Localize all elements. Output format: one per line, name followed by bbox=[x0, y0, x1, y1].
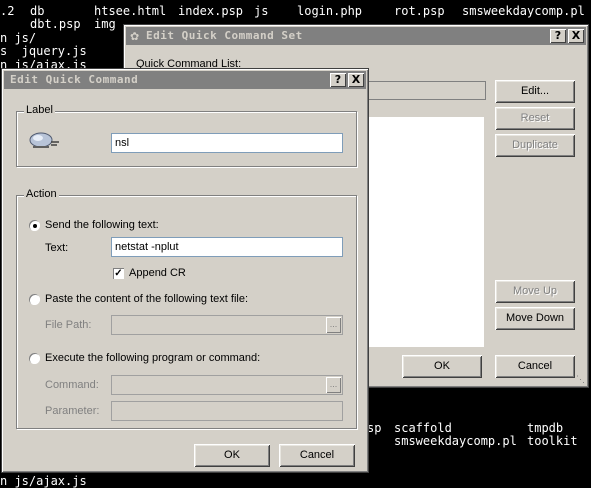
terminal-text: scaffold bbox=[394, 421, 452, 435]
duplicate-button[interactable]: Duplicate bbox=[495, 134, 575, 157]
command-input[interactable]: ... bbox=[111, 375, 343, 395]
send-text-label: Send the following text: bbox=[45, 219, 159, 231]
execute-radio[interactable] bbox=[29, 353, 40, 364]
terminal-text: sp bbox=[367, 421, 382, 435]
terminal-text: js bbox=[254, 4, 269, 18]
resize-grip-icon[interactable]: ⋱ bbox=[576, 374, 585, 385]
action-group: Action Send the following text: Text: ne… bbox=[16, 188, 357, 429]
cancel-button[interactable]: Cancel bbox=[279, 444, 355, 467]
label-group-title: Label bbox=[24, 104, 55, 116]
move-down-button[interactable]: Move Down bbox=[495, 307, 575, 330]
send-text-radio[interactable] bbox=[29, 220, 40, 231]
reset-button[interactable]: Reset bbox=[495, 107, 575, 130]
terminal-text: smsweekdaycomp.pl bbox=[462, 4, 585, 18]
terminal-text: dbt.psp bbox=[30, 17, 81, 31]
terminal-text: n js/ bbox=[0, 31, 37, 45]
terminal-text: db bbox=[30, 4, 45, 18]
append-cr-label: Append CR bbox=[129, 267, 186, 279]
app-icon: ✿ bbox=[130, 31, 140, 43]
terminal-text: .2 bbox=[0, 4, 15, 18]
dialog-title: Edit Quick Command bbox=[10, 73, 139, 86]
dialog-titlebar: Edit Quick Command ? X bbox=[4, 71, 366, 89]
paste-file-label: Paste the content of the following text … bbox=[45, 293, 249, 305]
terminal-text: login.php bbox=[297, 4, 363, 18]
quick-command-list[interactable] bbox=[366, 117, 484, 347]
terminal-text: s jquery.js bbox=[0, 44, 87, 58]
ok-button[interactable]: OK bbox=[402, 355, 482, 378]
parameter-label: Parameter: bbox=[45, 405, 100, 417]
append-cr-checkbox[interactable]: ✓ bbox=[113, 268, 124, 279]
paste-file-radio[interactable] bbox=[29, 294, 40, 305]
quick-command-icon bbox=[29, 132, 59, 148]
quick-command-dialog: Edit Quick Command ? X Label nsl Action … bbox=[1, 68, 369, 473]
terminal-text: n js/ajax.js bbox=[0, 474, 87, 488]
edit-button[interactable]: Edit... bbox=[495, 80, 575, 103]
file-path-label: File Path: bbox=[45, 319, 92, 331]
terminal-text: tmpdb bbox=[527, 421, 564, 435]
move-up-button[interactable]: Move Up bbox=[495, 280, 575, 303]
close-button[interactable]: X bbox=[568, 29, 584, 43]
parameter-input[interactable] bbox=[111, 401, 343, 421]
label-input[interactable]: nsl bbox=[111, 133, 343, 153]
dialog-title: Edit Quick Command Set bbox=[146, 29, 303, 42]
terminal-text: htsee.html bbox=[94, 4, 167, 18]
terminal-text: index.psp bbox=[178, 4, 244, 18]
cancel-button[interactable]: Cancel bbox=[495, 355, 575, 378]
command-label: Command: bbox=[45, 379, 99, 391]
execute-label: Execute the following program or command… bbox=[45, 352, 261, 364]
terminal-text: toolkit bbox=[527, 434, 578, 448]
action-group-title: Action bbox=[24, 188, 59, 200]
terminal-text: img bbox=[94, 17, 116, 31]
terminal-text: smsweekdaycomp.pl bbox=[394, 434, 517, 448]
browse-button[interactable]: ... bbox=[326, 377, 341, 393]
dialog-titlebar: ✿ Edit Quick Command Set ? X bbox=[126, 27, 586, 45]
text-input[interactable]: netstat -nplut bbox=[111, 237, 343, 257]
label-group: Label nsl bbox=[16, 104, 357, 167]
help-button[interactable]: ? bbox=[330, 73, 346, 87]
ok-button[interactable]: OK bbox=[194, 444, 270, 467]
help-button[interactable]: ? bbox=[550, 29, 566, 43]
terminal-text: rot.psp bbox=[394, 4, 445, 18]
text-label: Text: bbox=[45, 242, 69, 254]
browse-button[interactable]: ... bbox=[326, 317, 341, 333]
close-button[interactable]: X bbox=[348, 73, 364, 87]
file-path-input[interactable]: ... bbox=[111, 315, 343, 335]
